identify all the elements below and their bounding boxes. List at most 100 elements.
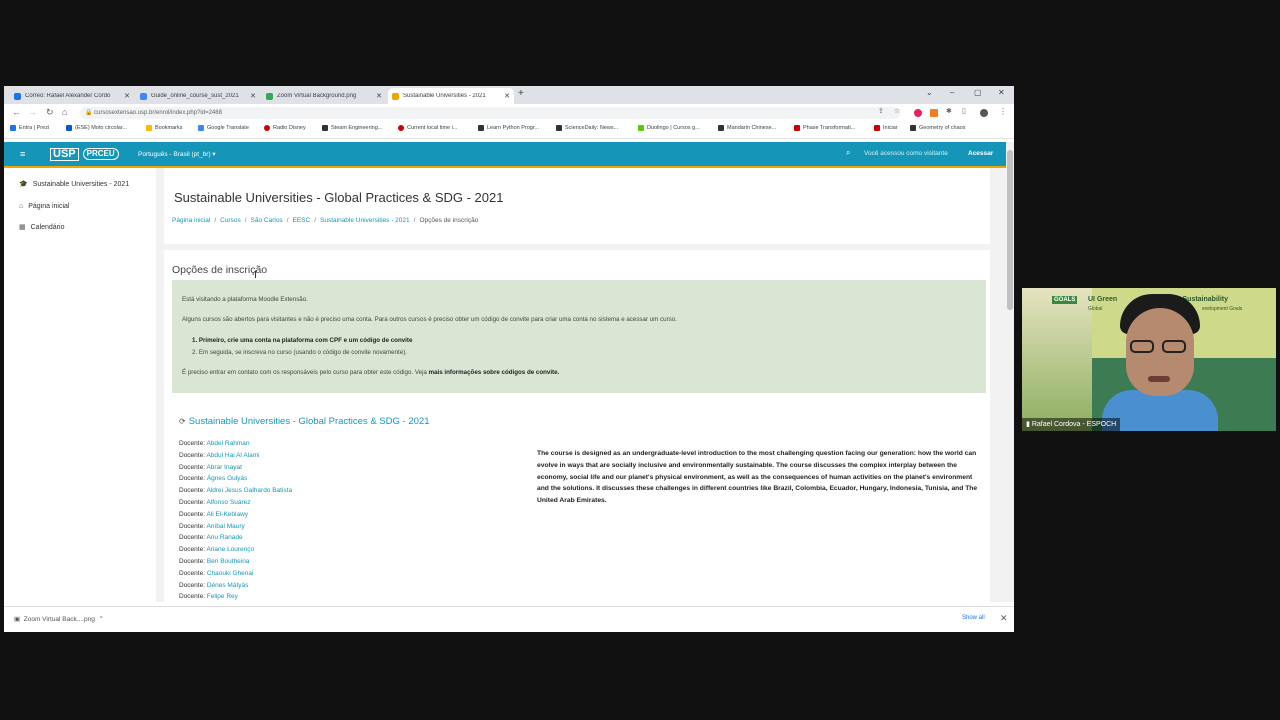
extension-icon[interactable] — [914, 109, 922, 117]
bookmark-item[interactable]: Mandarin Chinese... — [718, 125, 776, 131]
scrollbar-thumb[interactable] — [1007, 150, 1013, 310]
minimize-icon[interactable]: – — [950, 88, 954, 97]
bookmark-item[interactable]: Google Translate — [198, 125, 249, 131]
teacher-link[interactable]: Anu Ranade — [206, 534, 242, 541]
bookmark-item[interactable]: (ESE) Moto circolar... — [66, 125, 127, 131]
new-tab-button[interactable]: + — [518, 88, 524, 99]
bookmark-item[interactable]: Iniciar — [874, 125, 898, 131]
sidebar-item-course[interactable]: 🎓 Sustainable Universities - 2021 — [19, 180, 129, 189]
info-box: Está visitando a plataforma Moodle Exten… — [172, 280, 986, 393]
list-item: Docente: Aldrei Jesus Galhardo Batista — [179, 487, 293, 495]
close-icon[interactable]: ✕ — [504, 92, 510, 100]
graduation-cap-icon: 🎓 — [19, 181, 28, 188]
mouse-cursor-icon: I — [254, 269, 258, 281]
search-icon[interactable]: ⌕ — [846, 148, 850, 158]
tab-search-icon[interactable]: ⌄ — [926, 88, 933, 97]
sidebar-item-home[interactable]: ⌂ Página inicial — [19, 203, 69, 210]
site-icon — [556, 125, 562, 131]
bookmark-item[interactable]: Phase Transformati... — [794, 125, 855, 131]
bookmark-item[interactable]: Steam Engineering... — [322, 125, 382, 131]
site-icon — [910, 125, 916, 131]
teacher-link[interactable]: Ariane Lourenço — [206, 546, 254, 553]
page-scrollbar[interactable] — [1006, 142, 1014, 602]
browser-window: Correo: Rafael Alexander Cordo ✕ Guide_o… — [4, 86, 1014, 632]
info-step: 1. Primeiro, crie uma conta na plataform… — [192, 337, 413, 344]
breadcrumb-item[interactable]: EESC — [293, 217, 311, 224]
list-item: Docente: Alfonso Suárez — [179, 498, 251, 506]
window-close-icon[interactable]: ✕ — [998, 88, 1005, 97]
bookmark-item[interactable]: Radio Disney — [264, 125, 306, 131]
list-item: Docente: Abrar Inayat — [179, 463, 242, 471]
sidepanel-icon[interactable]: ▯ — [962, 107, 966, 115]
tab-zoom-background[interactable]: Zoom Virtual Background.png ✕ — [262, 88, 386, 104]
download-item[interactable]: ▣ Zoom Virtual Back....png ⌃ — [14, 615, 104, 623]
extension-icon[interactable] — [930, 109, 938, 117]
teacher-link[interactable]: Abdel Rahman — [206, 440, 249, 447]
list-item: Docente: Abdel Rahman — [179, 440, 250, 447]
home-icon[interactable]: ⌂ — [62, 107, 67, 117]
teacher-link[interactable]: Chaouki Ghenai — [207, 570, 254, 577]
course-icon: ⟳ — [179, 417, 186, 426]
tab-guide[interactable]: Guide_online_course_sust_2021 ✕ — [136, 88, 260, 104]
sidebar-item-calendar[interactable]: ▦ Calendário — [19, 223, 64, 232]
bookmark-star-icon[interactable]: ☆ — [894, 107, 900, 115]
teacher-link[interactable]: Aldrei Jesus Galhardo Batista — [206, 487, 292, 494]
teacher-link[interactable]: Ágnes Gulyás — [207, 475, 247, 482]
site-icon — [322, 125, 328, 131]
profile-avatar[interactable] — [980, 109, 988, 117]
hamburger-menu-icon[interactable]: ≡ — [20, 149, 25, 159]
site-icon — [874, 125, 880, 131]
menu-icon[interactable]: ⋮ — [999, 107, 1007, 116]
calendar-icon: ▦ — [19, 224, 26, 231]
breadcrumb-item[interactable]: Cursos — [220, 217, 241, 224]
tab-mail[interactable]: Correo: Rafael Alexander Cordo ✕ — [10, 88, 134, 104]
back-icon[interactable]: ← — [12, 107, 21, 117]
breadcrumb: Página inicial / Cursos / São Carlos / EESC / Su… — [172, 217, 479, 224]
bookmarks-bar: Entra | Prezi (ESE) Moto circolar... Boo… — [4, 122, 1014, 139]
teacher-link[interactable]: Dénes Mátyás — [207, 582, 249, 589]
bookmark-item[interactable]: Current local time i... — [398, 125, 457, 131]
teacher-link[interactable]: Abdul Hai Al Alami — [206, 452, 259, 459]
puzzle-icon[interactable]: ✱ — [946, 107, 952, 115]
bookmark-item[interactable]: Bookmarks — [146, 125, 183, 131]
bookmark-item[interactable]: ScienceDaily: News... — [556, 125, 618, 131]
reload-icon[interactable]: ↻ — [46, 107, 54, 118]
site-logo[interactable]: USP PRCEU — [50, 147, 119, 161]
maximize-icon[interactable]: ▢ — [974, 88, 982, 97]
login-link[interactable]: Acessar — [968, 150, 993, 157]
teacher-link[interactable]: Aníbal Maury — [206, 523, 244, 530]
close-icon[interactable]: ✕ — [124, 92, 130, 100]
url-input[interactable]: 🔒 cursosextensao.usp.br/enrol/index.php?… — [80, 107, 900, 119]
bookmark-item[interactable]: Learn Python Progr... — [478, 125, 539, 131]
list-item: Docente: Felipe Rey — [179, 593, 238, 601]
visitor-status: Você acessou como visitante — [864, 150, 948, 157]
teacher-link[interactable]: Ali El-Keblawy — [206, 511, 248, 518]
tab-sustainable-universities[interactable]: Sustainable Universities - 2021 ✕ — [388, 88, 514, 104]
language-selector[interactable]: Português - Brasil (pt_br) ▾ — [138, 150, 216, 158]
share-icon[interactable]: ⇪ — [878, 107, 884, 115]
show-all-button[interactable]: Show all — [962, 615, 985, 621]
list-item: Docente: Dénes Mátyás — [179, 581, 249, 589]
invite-info-link[interactable]: mais informações sobre códigos de convit… — [429, 369, 560, 376]
main-region: Sustainable Universities - Global Practi… — [156, 168, 1006, 602]
breadcrumb-item[interactable]: Página inicial — [172, 217, 210, 224]
bookmark-item[interactable]: Entra | Prezi — [10, 125, 49, 131]
close-icon[interactable]: ✕ — [1000, 613, 1008, 624]
close-icon[interactable]: ✕ — [250, 92, 256, 100]
close-icon[interactable]: ✕ — [376, 92, 382, 100]
teacher-link[interactable]: Alfonso Suárez — [206, 499, 250, 506]
bookmark-item[interactable]: Duolingo | Cursos g... — [638, 125, 700, 131]
breadcrumb-item[interactable]: São Carlos — [251, 217, 283, 224]
teacher-link[interactable]: Felipe Rey — [207, 593, 238, 600]
breadcrumb-item[interactable]: Sustainable Universities - 2021 — [320, 217, 410, 224]
teacher-link[interactable]: Abrar Inayat — [206, 464, 241, 471]
site-icon — [794, 125, 800, 131]
teacher-link[interactable]: Ben Boutheina — [207, 558, 250, 565]
bookmark-item[interactable]: Geometry of chaos — [910, 125, 965, 131]
forward-icon[interactable]: → — [28, 107, 37, 117]
mail-icon — [14, 92, 21, 100]
drive-icon — [266, 92, 273, 100]
info-line: É preciso entrar em contato com os respo… — [182, 369, 560, 376]
course-link[interactable]: ⟳ Sustainable Universities - Global Prac… — [179, 416, 429, 427]
duolingo-icon — [638, 125, 644, 131]
